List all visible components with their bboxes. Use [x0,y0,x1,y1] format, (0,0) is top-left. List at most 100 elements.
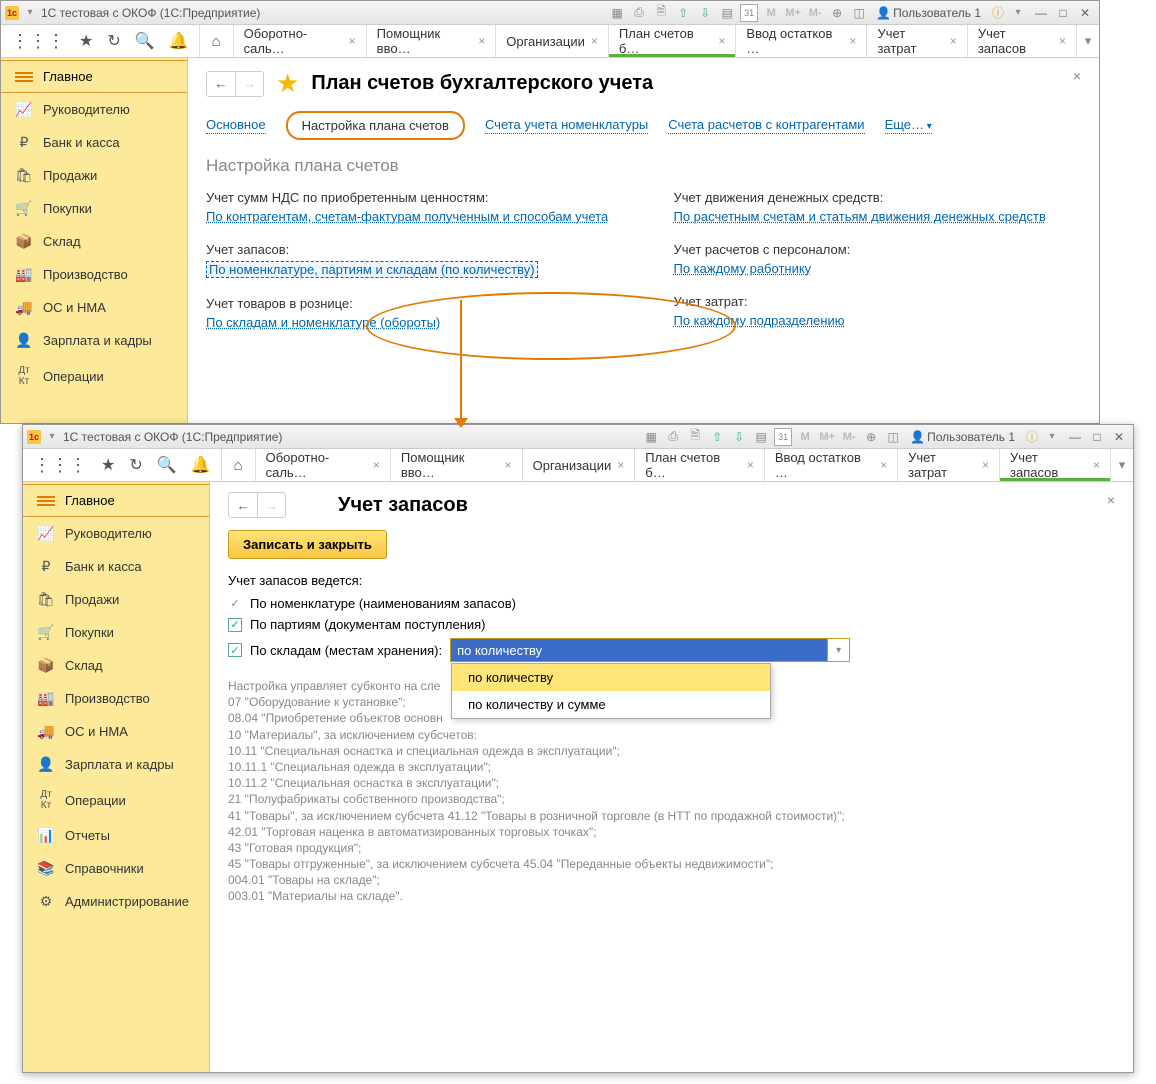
bell-icon[interactable]: 🔔 [191,455,211,475]
tab-close-icon[interactable]: × [718,34,725,48]
sidebar-item-prodazhi[interactable]: 🛍Продажи [1,159,187,192]
print-icon[interactable]: ⎙ [664,428,682,446]
subtab-more[interactable]: Еще… [885,117,932,134]
tab-organizacii[interactable]: Организации× [523,449,636,481]
tab-uchet-zatrat[interactable]: Учет затрат× [867,25,967,57]
search-icon[interactable]: 🔍 [157,455,177,475]
tab-close-icon[interactable]: × [1093,458,1100,472]
app-menu-drop-icon[interactable]: ▾ [45,431,59,442]
home-button[interactable]: ⌂ [200,25,234,57]
apps-icon[interactable]: ⋮⋮⋮ [11,31,65,52]
memory-m-icon[interactable]: M [762,4,780,22]
history-icon[interactable]: ↻ [129,455,142,475]
preview-icon[interactable]: ▦ [642,428,660,446]
apps-icon[interactable]: ⋮⋮⋮ [33,455,87,476]
tab-vvod-ostatkov[interactable]: Ввод остатков …× [765,449,898,481]
close-button[interactable]: ✕ [1109,429,1129,445]
info-icon[interactable]: ⓘ [989,4,1007,22]
tab-uchet-zapasov[interactable]: Учет запасов× [1000,449,1111,481]
tab-vvod-ostatkov[interactable]: Ввод остатков …× [736,25,867,57]
tab-close-icon[interactable]: × [1059,34,1066,48]
sidebar-item-pokupki[interactable]: 🛒Покупки [23,616,209,649]
sidebar-item-os-nma[interactable]: 🚚ОС и НМА [1,291,187,324]
link-personal[interactable]: По каждому работнику [674,261,812,276]
arrow-down-icon[interactable]: ⇩ [696,4,714,22]
tabs-overflow-icon[interactable]: ▾ [1077,25,1099,57]
nav-forward-button[interactable]: → [257,493,285,517]
minimize-button[interactable]: — [1065,429,1085,445]
info-icon[interactable]: ⓘ [1023,428,1041,446]
memory-m-icon[interactable]: M [796,428,814,446]
memory-mminus-icon[interactable]: M- [806,4,824,22]
sidebar-item-os-nma[interactable]: 🚚ОС и НМА [23,715,209,748]
link-dds[interactable]: По расчетным счетам и статьям движения д… [674,209,1046,224]
home-button[interactable]: ⌂ [222,449,256,481]
panels-icon[interactable]: ◫ [884,428,902,446]
memory-mminus-icon[interactable]: M- [840,428,858,446]
close-button[interactable]: ✕ [1075,5,1095,21]
tab-close-icon[interactable]: × [349,34,356,48]
checkbox-partii[interactable]: ✓ [228,618,242,632]
sidebar-item-pokupki[interactable]: 🛒Покупки [1,192,187,225]
tab-close-icon[interactable]: × [982,458,989,472]
nav-back-button[interactable]: ← [207,72,235,96]
tab-close-icon[interactable]: × [373,458,380,472]
sidebar-item-prodazhi[interactable]: 🛍Продажи [23,583,209,616]
tab-oborotno[interactable]: Оборотно-саль…× [256,449,391,481]
option-po-kolichestvu-summe[interactable]: по количеству и сумме [452,691,770,718]
bell-icon[interactable]: 🔔 [169,31,189,51]
tab-close-icon[interactable]: × [478,34,485,48]
subtab-nastroika[interactable]: Настройка плана счетов [286,111,465,140]
minimize-button[interactable]: — [1031,5,1051,21]
sidebar-item-otchety[interactable]: 📊Отчеты [23,819,209,852]
tab-uchet-zatrat[interactable]: Учет затрат× [898,449,1000,481]
sidebar-item-bank[interactable]: ₽Банк и касса [23,550,209,583]
tab-organizacii[interactable]: Организации× [496,25,609,57]
tab-close-icon[interactable]: × [849,34,856,48]
search-icon[interactable]: 🔍 [135,31,155,51]
sidebar-item-bank[interactable]: ₽Банк и касса [1,126,187,159]
user-label[interactable]: 👤 Пользователь 1 [906,430,1019,444]
tab-close-icon[interactable]: × [505,458,512,472]
link-nds[interactable]: По контрагентам, счетам-фактурам получен… [206,209,608,224]
sidebar-item-rukovoditelu[interactable]: 📈Руководителю [23,517,209,550]
zoom-icon[interactable]: ⊕ [862,428,880,446]
link-zapasov[interactable]: По номенклатуре, партиям и складам (по к… [206,261,538,278]
star-icon[interactable]: ★ [79,31,93,51]
sidebar-item-glavnoe[interactable]: Главное [23,484,209,517]
nav-forward-button[interactable]: → [235,72,263,96]
doc-icon[interactable]: 🗎 [686,428,704,446]
sidebar-item-zarplata[interactable]: 👤Зарплата и кадры [23,748,209,781]
calc-icon[interactable]: ▤ [752,428,770,446]
content-close-icon[interactable]: × [1107,492,1115,508]
info-drop-icon[interactable]: ▾ [1011,7,1025,18]
subtab-scheta-nom[interactable]: Счета учета номенклатуры [485,117,648,134]
arrow-down-icon[interactable]: ⇩ [730,428,748,446]
info-drop-icon[interactable]: ▾ [1045,431,1059,442]
maximize-button[interactable]: □ [1053,5,1073,21]
combo-sklady-mode[interactable]: по количеству ▾ по количеству по количес… [450,638,850,662]
sidebar-item-sklad[interactable]: 📦Склад [23,649,209,682]
print-icon[interactable]: ⎙ [630,4,648,22]
preview-icon[interactable]: ▦ [608,4,626,22]
star-icon[interactable]: ★ [101,455,115,475]
tab-close-icon[interactable]: × [617,458,624,472]
sidebar-item-glavnoe[interactable]: Главное [1,60,187,93]
sidebar-item-proizvodstvo[interactable]: 🏭Производство [23,682,209,715]
calendar-icon[interactable]: 31 [740,4,758,22]
sidebar-item-rukovoditelu[interactable]: 📈Руководителю [1,93,187,126]
subtab-osnovnoe[interactable]: Основное [206,117,266,134]
tab-uchet-zapasov[interactable]: Учет запасов× [968,25,1077,57]
combo-drop-icon[interactable]: ▾ [827,639,849,661]
panels-icon[interactable]: ◫ [850,4,868,22]
tabs-overflow-icon[interactable]: ▾ [1111,449,1133,481]
tab-close-icon[interactable]: × [591,34,598,48]
checkbox-sklady[interactable]: ✓ [228,643,242,657]
sidebar-item-zarplata[interactable]: 👤Зарплата и кадры [1,324,187,357]
nav-back-button[interactable]: ← [229,493,257,517]
sidebar-item-sklad[interactable]: 📦Склад [1,225,187,258]
tab-close-icon[interactable]: × [747,458,754,472]
tab-pomoshnik[interactable]: Помощник вво…× [367,25,497,57]
tab-close-icon[interactable]: × [880,458,887,472]
link-zatrat[interactable]: По каждому подразделению [674,313,845,328]
